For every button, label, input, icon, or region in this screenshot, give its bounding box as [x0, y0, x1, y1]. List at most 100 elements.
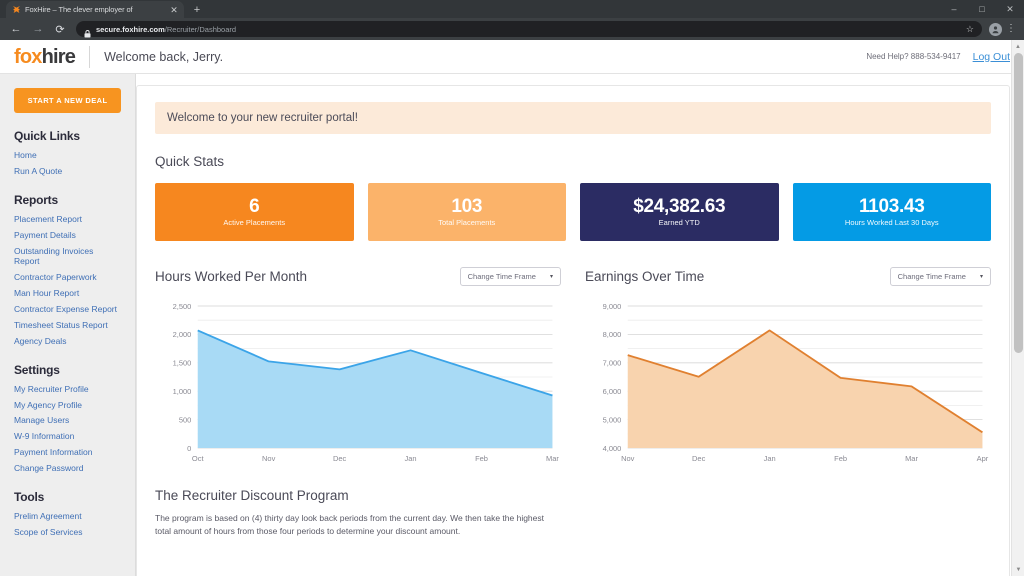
- foxhire-logo[interactable]: foxhire: [14, 47, 75, 67]
- sidebar-item-placement-report[interactable]: Placement Report: [14, 214, 121, 225]
- svg-text:Mar: Mar: [546, 454, 559, 463]
- bookmark-star-icon[interactable]: ☆: [966, 24, 974, 35]
- stat-value: 6: [249, 197, 259, 217]
- svg-text:Feb: Feb: [475, 454, 488, 463]
- reload-icon[interactable]: ⟳: [50, 19, 70, 39]
- chart-title: Earnings Over Time: [585, 269, 704, 284]
- profile-avatar-icon[interactable]: [989, 23, 1002, 36]
- chart-canvas-hours: 05001,0001,5002,0002,500OctNovDecJanFebM…: [155, 298, 561, 468]
- welcome-alert-banner: Welcome to your new recruiter portal!: [155, 102, 991, 134]
- sidebar-item-my-agency-profile[interactable]: My Agency Profile: [14, 400, 121, 411]
- chevron-down-icon: ▾: [980, 273, 983, 280]
- svg-text:0: 0: [187, 444, 191, 453]
- sidebar-item-my-recruiter-profile[interactable]: My Recruiter Profile: [14, 384, 121, 395]
- discount-program-text: The program is based on (4) thirty day l…: [155, 512, 550, 538]
- sidebar-item-agency-deals[interactable]: Agency Deals: [14, 336, 121, 347]
- window-maximize-button[interactable]: □: [968, 0, 996, 18]
- svg-text:Mar: Mar: [905, 454, 918, 463]
- foxhire-favicon-icon: [12, 5, 21, 14]
- logout-link[interactable]: Log Out: [973, 51, 1010, 63]
- chevron-down-icon: ▾: [550, 273, 553, 280]
- stat-value: 103: [451, 197, 482, 217]
- svg-text:5,000: 5,000: [603, 416, 622, 425]
- dropdown-label: Change Time Frame: [898, 272, 966, 281]
- url-host: secure.foxhire.com: [96, 25, 165, 34]
- stat-card-active-placements[interactable]: 6 Active Placements: [155, 183, 354, 241]
- browser-toolbar: ← → ⟳ secure.foxhire.com/Recruiter/Dashb…: [0, 18, 1024, 40]
- chart-header: Hours Worked Per Month Change Time Frame…: [155, 267, 561, 286]
- sidebar-item-w9-information[interactable]: W-9 Information: [14, 431, 121, 442]
- sidebar-section-reports: Reports Placement Report Payment Details…: [14, 193, 121, 347]
- page-body: START A NEW DEAL Quick Links Home Run A …: [0, 74, 1024, 576]
- svg-text:Jan: Jan: [764, 454, 776, 463]
- stat-card-total-placements[interactable]: 103 Total Placements: [368, 183, 567, 241]
- scrollbar-down-arrow-icon[interactable]: ▼: [1012, 563, 1024, 576]
- sidebar-item-timesheet-status-report[interactable]: Timesheet Status Report: [14, 320, 121, 331]
- address-bar-url: secure.foxhire.com/Recruiter/Dashboard: [96, 25, 236, 34]
- page-scrollbar[interactable]: ▲ ▼: [1011, 40, 1024, 576]
- url-path: /Recruiter/Dashboard: [165, 25, 236, 34]
- sidebar-item-scope-of-services[interactable]: Scope of Services: [14, 527, 121, 538]
- svg-text:Oct: Oct: [192, 454, 204, 463]
- main-content: Welcome to your new recruiter portal! Qu…: [136, 74, 1024, 576]
- address-bar[interactable]: secure.foxhire.com/Recruiter/Dashboard ☆: [76, 21, 982, 37]
- sidebar-section-settings: Settings My Recruiter Profile My Agency …: [14, 363, 121, 474]
- svg-text:1,000: 1,000: [173, 387, 192, 396]
- quick-stats-row: 6 Active Placements 103 Total Placements…: [155, 183, 991, 241]
- stat-label: Earned YTD: [659, 218, 700, 227]
- chart-hours-worked-per-month: Hours Worked Per Month Change Time Frame…: [155, 267, 561, 468]
- svg-text:Nov: Nov: [621, 454, 635, 463]
- sidebar-item-change-password[interactable]: Change Password: [14, 463, 121, 474]
- stat-label: Active Placements: [223, 218, 285, 227]
- header-divider: [89, 46, 90, 68]
- page-scroll-area: foxhire Welcome back, Jerry. Need Help? …: [0, 40, 1024, 576]
- sidebar-heading-tools: Tools: [14, 490, 121, 504]
- svg-text:Dec: Dec: [333, 454, 347, 463]
- header-right-group: Need Help? 888-534-9417 Log Out: [866, 51, 1010, 63]
- browser-tab[interactable]: FoxHire – The clever employer of ✕: [6, 1, 184, 18]
- change-time-frame-dropdown-earnings[interactable]: Change Time Frame ▾: [890, 267, 991, 286]
- sidebar-item-man-hour-report[interactable]: Man Hour Report: [14, 288, 121, 299]
- svg-text:Feb: Feb: [834, 454, 847, 463]
- dashboard-card: Welcome to your new recruiter portal! Qu…: [136, 85, 1010, 576]
- sidebar: START A NEW DEAL Quick Links Home Run A …: [0, 74, 136, 576]
- chart-canvas-earnings: 4,0005,0006,0007,0008,0009,000NovDecJanF…: [585, 298, 991, 468]
- sidebar-item-manage-users[interactable]: Manage Users: [14, 415, 121, 426]
- sidebar-item-prelim-agreement[interactable]: Prelim Agreement: [14, 511, 121, 522]
- svg-text:8,000: 8,000: [603, 330, 622, 339]
- sidebar-item-payment-information[interactable]: Payment Information: [14, 447, 121, 458]
- change-time-frame-dropdown-hours[interactable]: Change Time Frame ▾: [460, 267, 561, 286]
- back-icon[interactable]: ←: [6, 19, 26, 39]
- charts-row: Hours Worked Per Month Change Time Frame…: [155, 267, 991, 468]
- sidebar-heading-reports: Reports: [14, 193, 121, 207]
- sidebar-item-outstanding-invoices-report[interactable]: Outstanding Invoices Report: [14, 246, 121, 268]
- forward-icon[interactable]: →: [28, 19, 48, 39]
- svg-text:6,000: 6,000: [603, 387, 622, 396]
- browser-tab-strip: FoxHire – The clever employer of ✕ + – □…: [0, 0, 1024, 18]
- sidebar-item-contractor-expense-report[interactable]: Contractor Expense Report: [14, 304, 121, 315]
- stat-card-earned-ytd[interactable]: $24,382.63 Earned YTD: [580, 183, 779, 241]
- scrollbar-up-arrow-icon[interactable]: ▲: [1012, 40, 1024, 53]
- start-new-deal-button[interactable]: START A NEW DEAL: [14, 88, 121, 113]
- scrollbar-thumb[interactable]: [1014, 53, 1023, 353]
- sidebar-section-tools: Tools Prelim Agreement Scope of Services: [14, 490, 121, 538]
- window-minimize-button[interactable]: –: [940, 0, 968, 18]
- sidebar-item-home[interactable]: Home: [14, 150, 121, 161]
- stat-value: 1103.43: [859, 197, 925, 217]
- chart-title: Hours Worked Per Month: [155, 269, 307, 284]
- browser-menu-icon[interactable]: ⋮: [1004, 24, 1018, 34]
- sidebar-item-contractor-paperwork[interactable]: Contractor Paperwork: [14, 272, 121, 283]
- svg-text:7,000: 7,000: [603, 359, 622, 368]
- svg-text:1,500: 1,500: [173, 359, 192, 368]
- tab-close-icon[interactable]: ✕: [169, 5, 179, 15]
- sidebar-heading-quick-links: Quick Links: [14, 129, 121, 143]
- sidebar-item-payment-details[interactable]: Payment Details: [14, 230, 121, 241]
- svg-text:Apr: Apr: [977, 454, 989, 463]
- window-close-button[interactable]: ✕: [996, 0, 1024, 18]
- sidebar-heading-settings: Settings: [14, 363, 121, 377]
- new-tab-button[interactable]: +: [188, 1, 206, 18]
- logo-hire-text: hire: [42, 46, 75, 68]
- page-viewport: foxhire Welcome back, Jerry. Need Help? …: [0, 40, 1024, 576]
- sidebar-item-run-a-quote[interactable]: Run A Quote: [14, 166, 121, 177]
- stat-card-hours-worked-last-30-days[interactable]: 1103.43 Hours Worked Last 30 Days: [793, 183, 992, 241]
